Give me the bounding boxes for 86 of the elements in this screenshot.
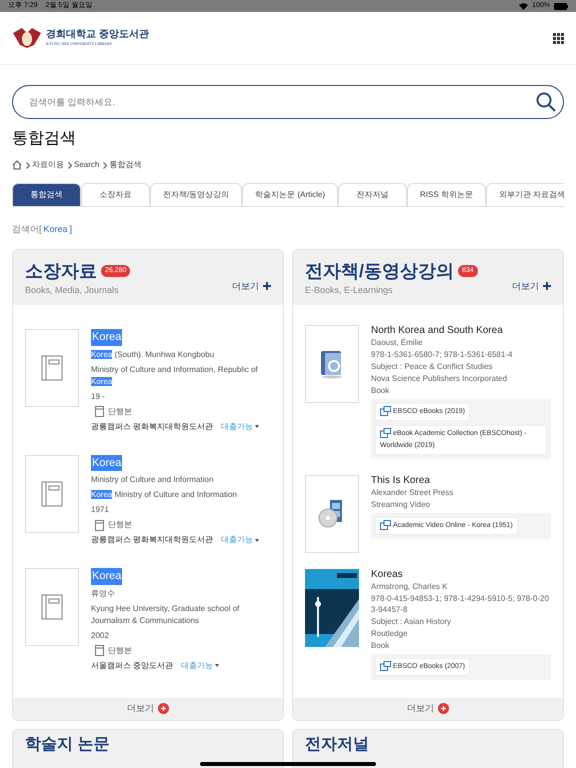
tab[interactable]: RISS 학위논문 (407, 183, 486, 207)
tab[interactable]: 학술지논문 (Article) (242, 183, 338, 207)
external-link-icon (380, 661, 391, 672)
ebook-icon (319, 349, 345, 379)
page-title: 통합검색 (12, 129, 77, 149)
result-detail: Ministry of Culture and Information (91, 474, 214, 486)
breadcrumb-link[interactable]: 통합검색 (109, 159, 142, 171)
tab[interactable]: 소장자료 (81, 183, 150, 207)
more-link[interactable]: 더보기 (512, 280, 551, 293)
plus-circle-icon (158, 703, 169, 714)
more-link[interactable]: 더보기 (232, 280, 271, 293)
breadcrumb-link[interactable]: Search (74, 159, 100, 171)
wifi-icon (519, 2, 528, 10)
result-detail: Korea Ministry of Culture and Information (91, 489, 238, 501)
result-detail: Subject : Asian History (371, 616, 452, 627)
book-icon (95, 645, 104, 656)
library-location: 광릉캠퍼스 평화복지대학원도서관 (91, 534, 214, 546)
chevron-right-icon (26, 162, 30, 168)
logo-emblem-icon (12, 27, 42, 49)
result-detail: Subject : Peace & Conflict Studies (371, 361, 494, 372)
grid-menu-icon[interactable] (553, 32, 564, 44)
material-type: 단행본 (108, 644, 132, 656)
result-detail: Routledge (371, 628, 408, 639)
result-detail: Book (371, 385, 390, 396)
dropdown-caret-icon (255, 425, 260, 428)
result-title[interactable]: Korea (91, 454, 122, 471)
query-bracket: ] (70, 223, 72, 236)
book-icon (41, 594, 63, 620)
external-link-icon (380, 428, 391, 438)
home-icon[interactable] (12, 160, 22, 170)
result-title[interactable]: This Is Korea (371, 475, 551, 486)
section-subtitle: Books, Media, Journals (25, 284, 120, 296)
battery-icon (554, 2, 568, 10)
plus-circle-icon (438, 703, 449, 714)
more-button[interactable]: 더보기 (13, 698, 283, 720)
result-detail: 978-0-415-94853-1; 978-1-4294-5910-5; 978-0-203-94457-8 (371, 593, 550, 615)
tab[interactable]: 전자저널 (338, 183, 408, 207)
search-field[interactable]: 검색어를 입력하세요. (12, 85, 564, 119)
result-title[interactable]: Koreas (371, 569, 551, 580)
book-icon (41, 355, 63, 381)
more-button[interactable]: 더보기 (293, 698, 563, 720)
result-detail: Kyung Hee University, Graduate school of Journalism & Communications (91, 602, 240, 626)
result-detail: Daoust, Émilie (371, 337, 424, 348)
result-detail: 류영수 (91, 588, 116, 600)
result-detail: Ministry of Culture and Information, Republic of Korea (91, 364, 259, 388)
chevron-right-icon (103, 162, 108, 168)
library-name: 경희대학교 중앙도서관 (46, 28, 149, 42)
result-detail: Alexander Street Press (371, 487, 454, 498)
library-location: 광릉캠퍼스 평화복지대학원도서관 (91, 420, 214, 432)
chevron-right-icon (68, 162, 72, 168)
external-link-icon (380, 406, 391, 416)
section-title: 전자저널 (305, 736, 369, 752)
external-link-icon (380, 520, 391, 530)
breadcrumb-link[interactable]: 자료이용 (32, 159, 64, 171)
result-detail: Book (371, 640, 390, 651)
section-subtitle: E-Books, E-Learnings (305, 284, 394, 297)
book-icon (41, 480, 63, 506)
result-detail: Streaming Video (371, 499, 431, 510)
book-icon (95, 520, 104, 530)
tab[interactable]: 외부기관 자료검색 (486, 183, 564, 207)
result-detail: 978-1-5361-6580-7; 978-1-5361-6581-4 (371, 349, 514, 360)
result-detail: Korea (South). Munhwa Kongbobu (91, 348, 216, 360)
result-detail: Nova Science Publishers Incorporated (371, 373, 508, 384)
tab[interactable]: 통합검색 (12, 183, 81, 207)
material-type: 단행본 (108, 406, 132, 418)
plus-icon (263, 282, 271, 290)
query-label: 검색어[ (12, 223, 42, 236)
dropdown-caret-icon (255, 538, 260, 542)
result-year: 1971 (91, 504, 110, 516)
material-type: 단행본 (108, 519, 132, 531)
section-title: 전자책/동영상강의 (305, 262, 454, 280)
result-title[interactable]: Korea (91, 329, 122, 346)
dropdown-caret-icon (215, 664, 220, 667)
tab[interactable]: 전자책/동영상강의 (150, 183, 242, 207)
search-icon[interactable] (536, 92, 556, 112)
section-title: 소장자료 (25, 262, 97, 280)
result-title[interactable]: North Korea and South Korea (371, 325, 551, 336)
section-title: 학술지 논문 (25, 736, 110, 752)
result-detail: Armstrong, Charles K (371, 581, 448, 592)
query-term: Korea (44, 223, 68, 236)
library-location: 서울캠퍼스 중앙도서관 (91, 660, 174, 672)
result-year: 19 - (91, 390, 106, 402)
plus-icon (543, 282, 551, 290)
result-year: 2002 (91, 630, 110, 642)
book-icon (95, 406, 104, 417)
result-title[interactable]: Korea (91, 568, 122, 584)
